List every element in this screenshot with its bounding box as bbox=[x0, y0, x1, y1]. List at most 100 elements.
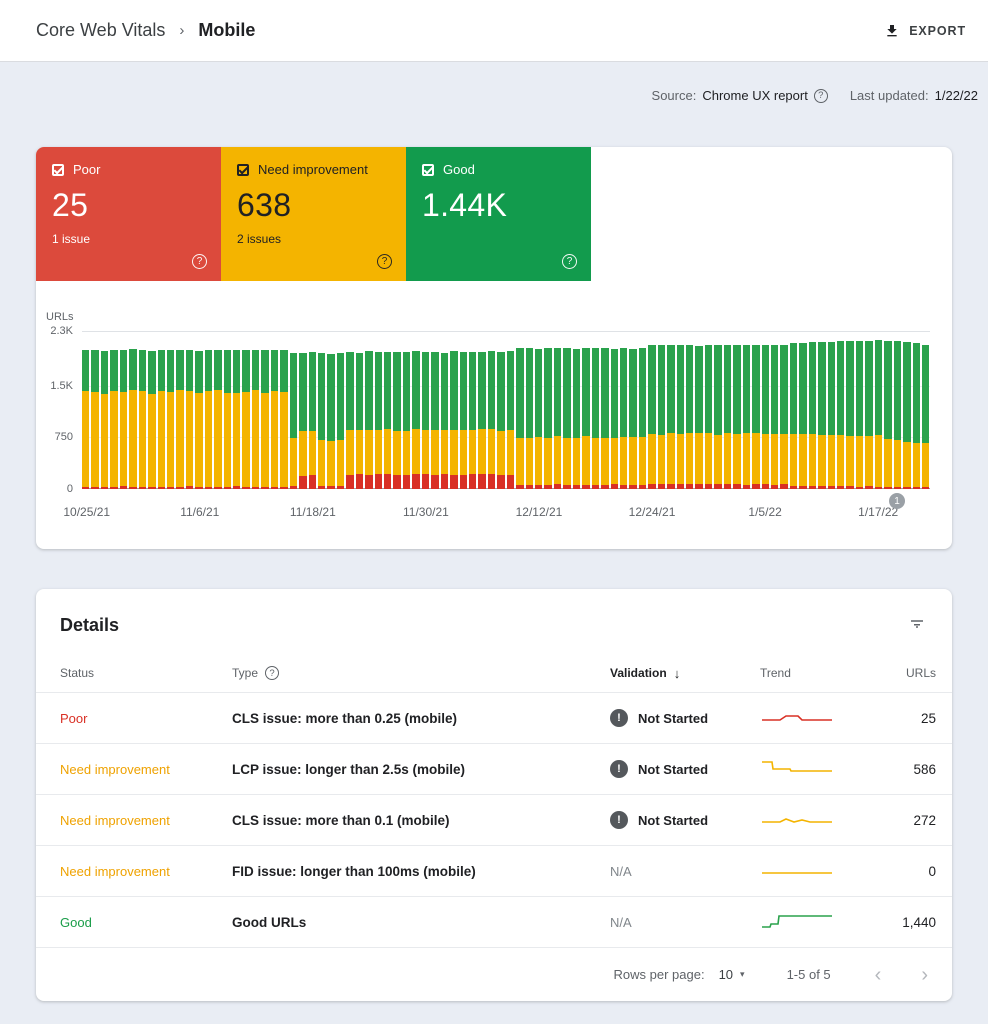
help-icon[interactable]: ? bbox=[192, 254, 207, 269]
stacked-bar[interactable] bbox=[158, 331, 165, 489]
stacked-bar[interactable] bbox=[497, 331, 504, 489]
stacked-bar[interactable] bbox=[346, 331, 353, 489]
table-row[interactable]: GoodGood URLsN/A1,440 bbox=[36, 896, 952, 947]
stacked-bar[interactable] bbox=[865, 331, 872, 489]
stacked-bar[interactable] bbox=[422, 331, 429, 489]
stacked-bar[interactable] bbox=[139, 331, 146, 489]
stacked-bar[interactable] bbox=[535, 331, 542, 489]
stacked-bar[interactable] bbox=[384, 331, 391, 489]
stacked-bar[interactable] bbox=[101, 331, 108, 489]
stacked-bar[interactable] bbox=[356, 331, 363, 489]
stacked-bar[interactable] bbox=[214, 331, 221, 489]
stacked-bar[interactable] bbox=[271, 331, 278, 489]
stacked-bar[interactable] bbox=[91, 331, 98, 489]
stacked-bar[interactable] bbox=[743, 331, 750, 489]
stacked-bar[interactable] bbox=[677, 331, 684, 489]
help-icon[interactable]: ? bbox=[265, 666, 279, 680]
summary-chip-need-improvement[interactable]: Need improvement6382 issues? bbox=[221, 147, 406, 281]
stacked-bar[interactable] bbox=[478, 331, 485, 489]
stacked-bar[interactable] bbox=[488, 331, 495, 489]
stacked-bar[interactable] bbox=[780, 331, 787, 489]
stacked-bar[interactable] bbox=[620, 331, 627, 489]
stacked-bar[interactable] bbox=[695, 331, 702, 489]
stacked-bar[interactable] bbox=[318, 331, 325, 489]
stacked-bar[interactable] bbox=[799, 331, 806, 489]
stacked-bar[interactable] bbox=[261, 331, 268, 489]
table-row[interactable]: Need improvementFID issue: longer than 1… bbox=[36, 845, 952, 896]
stacked-bar[interactable] bbox=[809, 331, 816, 489]
stacked-bar[interactable] bbox=[403, 331, 410, 489]
stacked-bar[interactable] bbox=[393, 331, 400, 489]
column-header-validation[interactable]: Validation↓ bbox=[610, 666, 760, 681]
column-header-type[interactable]: Type? bbox=[232, 666, 610, 680]
stacked-bar[interactable] bbox=[762, 331, 769, 489]
stacked-bar[interactable] bbox=[629, 331, 636, 489]
stacked-bar[interactable] bbox=[526, 331, 533, 489]
stacked-bar[interactable] bbox=[752, 331, 759, 489]
stacked-bar[interactable] bbox=[554, 331, 561, 489]
stacked-bar[interactable] bbox=[658, 331, 665, 489]
stacked-bar[interactable] bbox=[733, 331, 740, 489]
help-icon[interactable]: ? bbox=[377, 254, 392, 269]
help-icon[interactable]: ? bbox=[562, 254, 577, 269]
table-row[interactable]: Need improvementLCP issue: longer than 2… bbox=[36, 743, 952, 794]
stacked-bar[interactable] bbox=[648, 331, 655, 489]
stacked-bar[interactable] bbox=[431, 331, 438, 489]
stacked-bar[interactable] bbox=[913, 331, 920, 489]
stacked-bar[interactable] bbox=[611, 331, 618, 489]
stacked-bar[interactable] bbox=[837, 331, 844, 489]
stacked-bar[interactable] bbox=[252, 331, 259, 489]
stacked-bar[interactable] bbox=[818, 331, 825, 489]
next-page-button[interactable]: › bbox=[921, 965, 928, 985]
stacked-bar[interactable] bbox=[875, 331, 882, 489]
stacked-bar[interactable] bbox=[639, 331, 646, 489]
stacked-bar[interactable] bbox=[516, 331, 523, 489]
stacked-bar[interactable] bbox=[186, 331, 193, 489]
stacked-bar[interactable] bbox=[290, 331, 297, 489]
stacked-bar[interactable] bbox=[450, 331, 457, 489]
summary-chip-poor[interactable]: Poor251 issue? bbox=[36, 147, 221, 281]
table-row[interactable]: PoorCLS issue: more than 0.25 (mobile)!N… bbox=[36, 692, 952, 743]
stacked-bar[interactable] bbox=[460, 331, 467, 489]
stacked-bar[interactable] bbox=[667, 331, 674, 489]
summary-chip-good[interactable]: Good1.44K? bbox=[406, 147, 591, 281]
column-header-trend[interactable]: Trend bbox=[760, 666, 884, 680]
stacked-bar[interactable] bbox=[894, 331, 901, 489]
table-row[interactable]: Need improvementCLS issue: more than 0.1… bbox=[36, 794, 952, 845]
stacked-bar[interactable] bbox=[110, 331, 117, 489]
stacked-bar[interactable] bbox=[148, 331, 155, 489]
stacked-bar[interactable] bbox=[790, 331, 797, 489]
stacked-bar[interactable] bbox=[469, 331, 476, 489]
stacked-bar[interactable] bbox=[846, 331, 853, 489]
stacked-bar[interactable] bbox=[327, 331, 334, 489]
stacked-bar[interactable] bbox=[582, 331, 589, 489]
stacked-bar[interactable] bbox=[309, 331, 316, 489]
checkbox-checked-icon[interactable] bbox=[422, 164, 434, 176]
stacked-bar[interactable] bbox=[592, 331, 599, 489]
stacked-bar[interactable] bbox=[441, 331, 448, 489]
breadcrumb-root[interactable]: Core Web Vitals bbox=[36, 20, 165, 41]
annotation-marker[interactable]: 1 bbox=[889, 493, 905, 509]
stacked-bar[interactable] bbox=[507, 331, 514, 489]
stacked-bar[interactable] bbox=[224, 331, 231, 489]
stacked-bar[interactable] bbox=[205, 331, 212, 489]
stacked-bar[interactable] bbox=[724, 331, 731, 489]
stacked-bar[interactable] bbox=[573, 331, 580, 489]
stacked-bar[interactable] bbox=[233, 331, 240, 489]
stacked-bar[interactable] bbox=[195, 331, 202, 489]
stacked-bar[interactable] bbox=[242, 331, 249, 489]
help-icon[interactable]: ? bbox=[814, 89, 828, 103]
stacked-bar[interactable] bbox=[280, 331, 287, 489]
stacked-bar[interactable] bbox=[120, 331, 127, 489]
stacked-bar[interactable] bbox=[365, 331, 372, 489]
column-header-status[interactable]: Status bbox=[60, 666, 232, 680]
stacked-bar[interactable] bbox=[686, 331, 693, 489]
rows-per-page-select[interactable]: 10 ▾ bbox=[719, 967, 745, 982]
stacked-bar[interactable] bbox=[337, 331, 344, 489]
stacked-bar[interactable] bbox=[714, 331, 721, 489]
checkbox-checked-icon[interactable] bbox=[52, 164, 64, 176]
stacked-bar[interactable] bbox=[167, 331, 174, 489]
stacked-bar[interactable] bbox=[412, 331, 419, 489]
stacked-bar[interactable] bbox=[299, 331, 306, 489]
stacked-bar[interactable] bbox=[82, 331, 89, 489]
